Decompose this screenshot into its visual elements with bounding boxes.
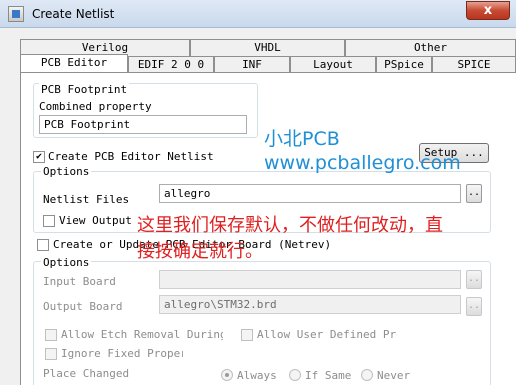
annotation-note-line2: 接按确定就行。 bbox=[137, 241, 263, 262]
output-board-input[interactable]: allegro\STM32.brd bbox=[159, 295, 461, 314]
create-netlist-checkbox[interactable]: ✔ bbox=[33, 151, 45, 163]
combined-property-label: Combined property bbox=[39, 100, 152, 113]
input-board-browse-button[interactable]: .. bbox=[466, 270, 482, 289]
view-output-checkbox[interactable] bbox=[43, 215, 55, 227]
annotation-note-line1: 这里我们保存默认，不做任何改动，直 bbox=[137, 215, 443, 236]
update-board-checkbox[interactable] bbox=[37, 239, 49, 251]
place-never-radio[interactable] bbox=[361, 369, 373, 381]
output-board-label: Output Board bbox=[43, 300, 123, 313]
board-options-title: Options bbox=[41, 256, 92, 269]
tab-spice[interactable]: SPICE bbox=[432, 56, 516, 73]
tab-inf[interactable]: INF bbox=[214, 56, 290, 73]
pcb-footprint-title: PCB Footprint bbox=[39, 83, 130, 96]
view-output-label: View Output bbox=[59, 214, 132, 227]
create-netlist-label: Create PCB Editor Netlist bbox=[48, 150, 214, 163]
ignore-fixed-checkbox[interactable] bbox=[45, 348, 57, 360]
input-board-input[interactable] bbox=[159, 270, 461, 289]
netlist-files-label: Netlist Files bbox=[43, 193, 130, 206]
place-never-label: Never bbox=[377, 369, 411, 382]
tab-row-front: EDIF 2 0 0 INF Layout PSpice SPICE PCB E… bbox=[20, 54, 516, 74]
tab-pcb-editor[interactable]: PCB Editor bbox=[20, 54, 128, 74]
netlist-options-title: Options bbox=[41, 165, 92, 178]
tab-other[interactable]: Other bbox=[345, 39, 516, 56]
place-if-same-label: If Same bbox=[305, 369, 352, 382]
watermark-url: www.pcballegro.com bbox=[264, 152, 461, 174]
place-always-radio[interactable] bbox=[221, 369, 233, 381]
tab-vhdl[interactable]: VHDL bbox=[190, 39, 345, 56]
place-always-label: Always bbox=[237, 369, 277, 382]
watermark-brand: 小北PCB bbox=[264, 128, 340, 150]
app-icon bbox=[8, 6, 24, 22]
netlist-files-input[interactable]: allegro bbox=[159, 184, 461, 203]
allow-user-props-label: Allow User Defined Props bbox=[257, 328, 397, 341]
tab-pspice[interactable]: PSpice bbox=[376, 56, 432, 73]
allow-user-props-checkbox[interactable] bbox=[241, 329, 253, 341]
place-if-same-radio[interactable] bbox=[289, 369, 301, 381]
title-bar: Create Netlist x bbox=[0, 0, 516, 28]
ignore-fixed-label: Ignore Fixed Property bbox=[61, 347, 183, 360]
allow-etch-label: Allow Etch Removal During EC bbox=[61, 328, 223, 341]
window-title: Create Netlist bbox=[32, 7, 115, 21]
close-button[interactable]: x bbox=[466, 1, 510, 20]
combined-property-input[interactable]: PCB Footprint bbox=[39, 115, 247, 134]
place-changed-label: Place Changed bbox=[43, 367, 130, 380]
tab-edif[interactable]: EDIF 2 0 0 bbox=[128, 56, 214, 73]
input-board-label: Input Board bbox=[43, 275, 116, 288]
allow-etch-checkbox[interactable] bbox=[45, 329, 57, 341]
netlist-files-browse-button[interactable]: .. bbox=[466, 184, 482, 203]
output-board-browse-button[interactable]: .. bbox=[466, 297, 482, 316]
tab-layout[interactable]: Layout bbox=[290, 56, 376, 73]
